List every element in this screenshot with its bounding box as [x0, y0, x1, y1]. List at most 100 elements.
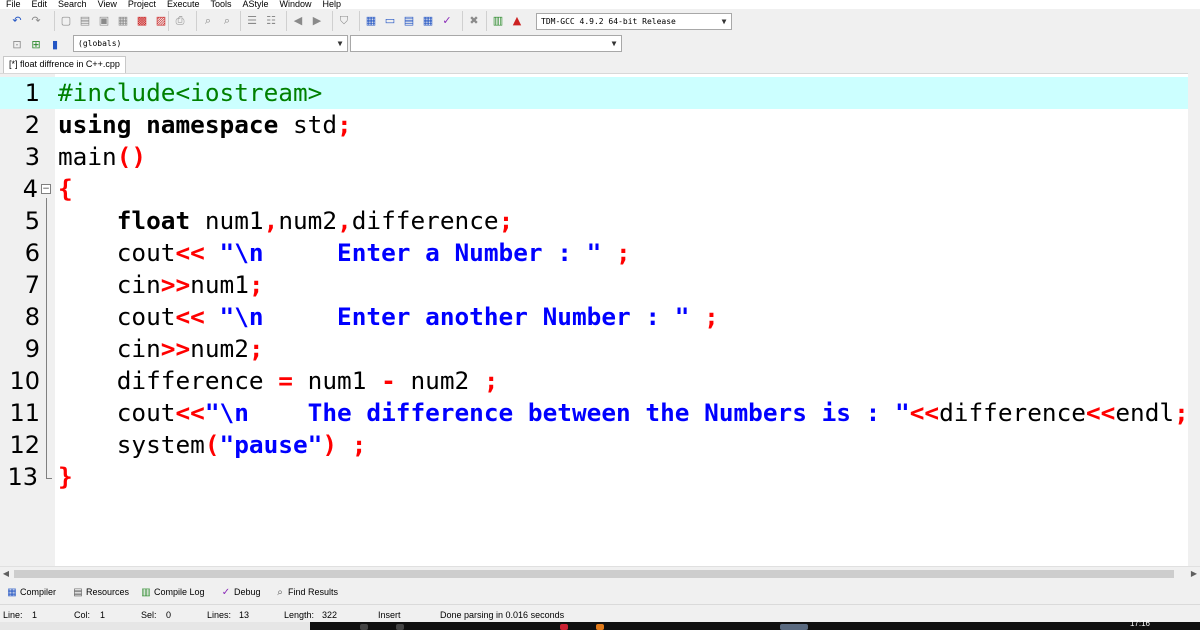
unindent-icon[interactable]: ☷ — [263, 13, 279, 29]
line-number: 4 — [22, 175, 38, 203]
code-line[interactable]: 11 cout<<"\n The difference between the … — [0, 397, 1188, 429]
menu-view[interactable]: View — [92, 0, 122, 9]
fold-end-marker — [46, 478, 52, 479]
tab-debug[interactable]: ✓ Debug — [220, 584, 261, 600]
find-group: ⌕ ⌕ — [196, 11, 238, 31]
find-icon[interactable]: ⌕ — [200, 13, 216, 29]
menu-file[interactable]: File — [0, 0, 26, 9]
print-icon[interactable]: ⎙ — [172, 13, 188, 29]
line-number: 12 — [9, 431, 40, 459]
indent-icon[interactable]: ☰ — [244, 13, 260, 29]
code-text: cin>>num2; — [58, 334, 264, 363]
code-line[interactable]: 10 difference = num1 - num2 ; — [0, 365, 1188, 397]
status-line-value: 1 — [32, 610, 38, 620]
tab-label: Resources — [86, 587, 130, 597]
status-bar: Line: 1 Col: 1 Sel: 0 Lines: 13 Length: … — [0, 604, 1200, 622]
scroll-left-icon[interactable]: ◀ — [0, 567, 12, 581]
chevron-down-icon: ▼ — [611, 39, 617, 48]
insert-icon[interactable]: ⊡ — [9, 37, 25, 53]
menu-help[interactable]: Help — [317, 0, 347, 9]
taskbar-search-box[interactable] — [0, 622, 310, 630]
undo-icon[interactable]: ↶ — [9, 13, 25, 29]
save-icon[interactable]: ▣ — [96, 13, 112, 29]
goto-back-icon[interactable]: ◀ — [290, 13, 306, 29]
code-line[interactable]: 1 #include<iostream> — [0, 77, 1188, 109]
code-line[interactable]: 13 } — [0, 461, 1188, 493]
taskbar-app-icon[interactable] — [360, 624, 368, 630]
taskbar-app-icon[interactable] — [780, 624, 808, 630]
menu-astyle[interactable]: AStyle — [236, 0, 273, 9]
stop-execution-icon[interactable]: ✖ — [466, 13, 482, 29]
compile-group: ▦ ▭ ▤ ▦ ✓ — [359, 11, 458, 31]
code-line[interactable]: 4 − { — [0, 173, 1188, 205]
code-line[interactable]: 5 float num1,num2,difference; — [0, 205, 1188, 237]
taskbar-app-icon[interactable] — [596, 624, 604, 630]
code-text: } — [58, 462, 73, 491]
taskbar-clock: 17:16 — [1129, 619, 1150, 628]
tab-compiler[interactable]: ▦ Compiler — [6, 584, 56, 600]
toggle-bookmark-icon[interactable]: ⛉ — [336, 13, 352, 29]
code-text: cout<<"\n The difference between the Num… — [58, 398, 1188, 427]
status-col-label: Col: — [74, 610, 91, 620]
horizontal-scrollbar[interactable]: ◀ ▶ — [0, 566, 1200, 580]
main-toolbar: ↶ ↷ ▢ ▤ ▣ ▦ ▩ ▨ ⎙ ⌕ ⌕ ☰ ☷ ◀ ▶ ⛉ ▦ ▭ ▤ ▦ … — [0, 9, 1200, 34]
code-line[interactable]: 2 using namespace std; — [0, 109, 1188, 141]
member-select[interactable]: ▼ — [350, 35, 622, 52]
line-number: 7 — [24, 271, 40, 299]
undo-redo-group: ↶ ↷ — [6, 11, 47, 31]
menu-window[interactable]: Window — [274, 0, 317, 9]
indent-group: ☰ ☷ — [240, 11, 282, 31]
replace-icon[interactable]: ⌕ — [219, 13, 235, 29]
compile-run-icon[interactable]: ▤ — [401, 13, 417, 29]
menu-search[interactable]: Search — [52, 0, 92, 9]
menu-project[interactable]: Project — [122, 0, 161, 9]
scope-select[interactable]: (globals) ▼ — [73, 35, 348, 52]
resources-icon: ▤ — [73, 587, 83, 598]
tab-compile-log[interactable]: ▥ Compile Log — [140, 584, 204, 600]
code-line[interactable]: 12 system("pause") ; — [0, 429, 1188, 461]
line-number: 11 — [9, 399, 40, 427]
tab-find-results[interactable]: ⌕ Find Results — [274, 584, 338, 600]
save-all-icon[interactable]: ▦ — [115, 13, 131, 29]
compiler-select-value: TDM-GCC 4.9.2 64-bit Release — [541, 17, 676, 26]
close-icon[interactable]: ▩ — [134, 13, 150, 29]
code-text: { — [58, 174, 73, 203]
new-file-icon[interactable]: ▢ — [58, 13, 74, 29]
code-editor[interactable]: 1 #include<iostream> 2 using namespace s… — [0, 73, 1188, 566]
vertical-scrollbar[interactable] — [1188, 73, 1200, 566]
taskbar-app-icon[interactable] — [560, 624, 568, 630]
tab-file[interactable]: [*] float diffrence in C++.cpp — [3, 56, 126, 73]
tab-resources[interactable]: ▤ Resources — [72, 584, 129, 600]
goto-forward-icon[interactable]: ▶ — [309, 13, 325, 29]
menu-tools[interactable]: Tools — [204, 0, 236, 9]
scroll-right-icon[interactable]: ▶ — [1188, 567, 1200, 581]
menu-execute[interactable]: Execute — [161, 0, 205, 9]
syntax-check-icon[interactable]: ✓ — [439, 13, 455, 29]
code-line[interactable]: 7 cin>>num1; — [0, 269, 1188, 301]
goto-declaration-icon[interactable]: ⊞ — [28, 37, 44, 53]
status-length-label: Length: — [284, 610, 315, 620]
code-line[interactable]: 9 cin>>num2; — [0, 333, 1188, 365]
taskbar-app-icon[interactable] — [396, 624, 404, 630]
chevron-down-icon: ▼ — [337, 39, 343, 48]
rebuild-icon[interactable]: ▦ — [420, 13, 436, 29]
chevron-down-icon: ▼ — [721, 17, 727, 26]
bookmarks-icon[interactable]: ▮ — [47, 37, 63, 53]
navigation-group: ◀ ▶ — [286, 11, 328, 31]
delete-profile-icon[interactable]: ▲ — [509, 13, 525, 29]
status-line-label: Line: — [3, 610, 23, 620]
compile-icon[interactable]: ▦ — [363, 13, 379, 29]
find-results-icon: ⌕ — [277, 587, 283, 598]
menu-edit[interactable]: Edit — [26, 0, 53, 9]
redo-icon[interactable]: ↷ — [28, 13, 44, 29]
code-line[interactable]: 6 cout<< "\n Enter a Number : " ; — [0, 237, 1188, 269]
profile-chart-icon[interactable]: ▥ — [490, 13, 506, 29]
compiler-select[interactable]: TDM-GCC 4.9.2 64-bit Release ▼ — [536, 13, 732, 30]
fold-collapse-icon[interactable]: − — [41, 184, 51, 194]
scrollbar-thumb[interactable] — [14, 570, 1174, 578]
code-line[interactable]: 3 main() — [0, 141, 1188, 173]
run-icon[interactable]: ▭ — [382, 13, 398, 29]
open-file-icon[interactable]: ▤ — [77, 13, 93, 29]
close-all-icon[interactable]: ▨ — [153, 13, 169, 29]
code-line[interactable]: 8 cout<< "\n Enter another Number : " ; — [0, 301, 1188, 333]
